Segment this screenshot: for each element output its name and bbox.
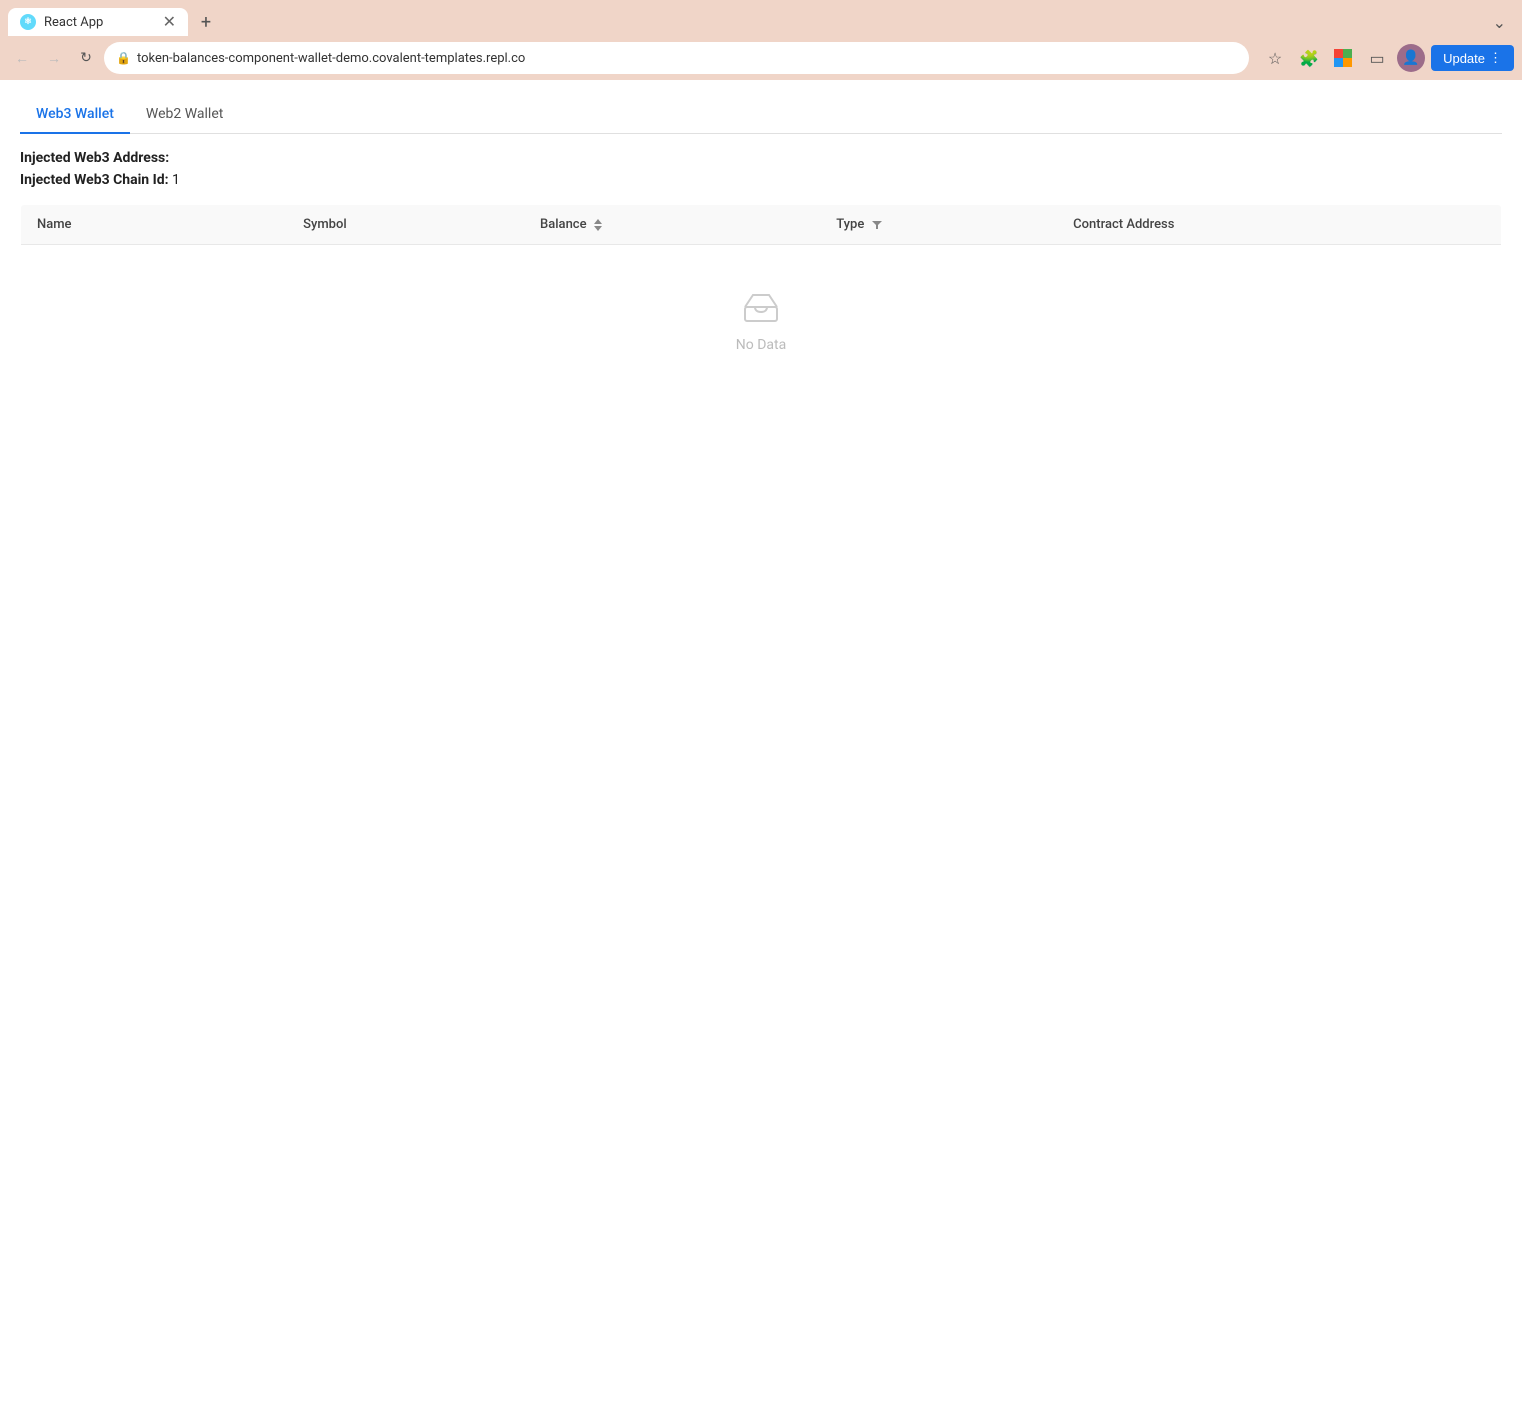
table-body: No Data: [21, 245, 1502, 394]
wallet-info: Injected Web3 Address: Injected Web3 Cha…: [20, 150, 1502, 188]
empty-inbox-icon: [741, 285, 781, 329]
empty-state-text: No Data: [736, 337, 786, 353]
reload-button[interactable]: ↻: [72, 44, 100, 72]
address-text: token-balances-component-wallet-demo.cov…: [137, 51, 1237, 66]
injected-chain-value: 1: [172, 172, 180, 188]
forward-button[interactable]: →: [40, 44, 68, 72]
empty-state-cell: No Data: [21, 245, 1502, 394]
toolbar-icons: ☆ 🧩 ▭ 👤 Update ⋮: [1261, 44, 1514, 72]
bookmark-star-icon[interactable]: ☆: [1261, 44, 1289, 72]
injected-address-line: Injected Web3 Address:: [20, 150, 1502, 166]
injected-chain-label: Injected Web3 Chain Id:: [20, 172, 169, 188]
address-bar-row: ← → ↻ 🔒 token-balances-component-wallet-…: [0, 36, 1522, 80]
address-bar[interactable]: 🔒 token-balances-component-wallet-demo.c…: [104, 42, 1249, 74]
injected-chain-line: Injected Web3 Chain Id: 1: [20, 172, 1502, 188]
tab-web2-wallet[interactable]: Web2 Wallet: [130, 96, 239, 134]
new-tab-button[interactable]: +: [192, 8, 220, 36]
type-filter-icon: [872, 220, 882, 230]
browser-tab-active[interactable]: ⚛ React App ✕: [8, 8, 188, 36]
tab-close-button[interactable]: ✕: [163, 14, 176, 30]
update-dropdown-arrow: ⋮: [1489, 50, 1502, 66]
col-header-type[interactable]: Type: [820, 205, 1057, 245]
app-tabs: Web3 Wallet Web2 Wallet: [20, 96, 1502, 134]
empty-state: No Data: [21, 245, 1501, 393]
tab-web3-wallet[interactable]: Web3 Wallet: [20, 96, 130, 134]
empty-state-row: No Data: [21, 245, 1502, 394]
col-header-contract: Contract Address: [1057, 205, 1501, 245]
col-header-symbol: Symbol: [287, 205, 524, 245]
tab-bar: ⚛ React App ✕ + ⌄: [0, 0, 1522, 36]
table-header-row: Name Symbol Balance Type: [21, 205, 1502, 245]
table-header: Name Symbol Balance Type: [21, 205, 1502, 245]
tab-title: React App: [44, 15, 155, 30]
balance-sort-icon: [594, 219, 602, 231]
edge-extensions-icon[interactable]: [1329, 44, 1357, 72]
tab-favicon: ⚛: [20, 14, 36, 30]
page-content: Web3 Wallet Web2 Wallet Injected Web3 Ad…: [0, 80, 1522, 410]
tab-dropdown-button[interactable]: ⌄: [1485, 9, 1514, 36]
back-button[interactable]: ←: [8, 44, 36, 72]
col-header-balance[interactable]: Balance: [524, 205, 820, 245]
extensions-puzzle-icon[interactable]: 🧩: [1295, 44, 1323, 72]
injected-address-label: Injected Web3 Address:: [20, 150, 169, 166]
profile-icon[interactable]: 👤: [1397, 44, 1425, 72]
token-balances-table: Name Symbol Balance Type: [20, 204, 1502, 394]
browser-chrome: ⚛ React App ✕ + ⌄ ← → ↻ 🔒 token-balances…: [0, 0, 1522, 80]
lock-icon: 🔒: [116, 51, 131, 65]
sidebar-icon[interactable]: ▭: [1363, 44, 1391, 72]
col-header-name: Name: [21, 205, 288, 245]
update-button[interactable]: Update ⋮: [1431, 45, 1514, 71]
